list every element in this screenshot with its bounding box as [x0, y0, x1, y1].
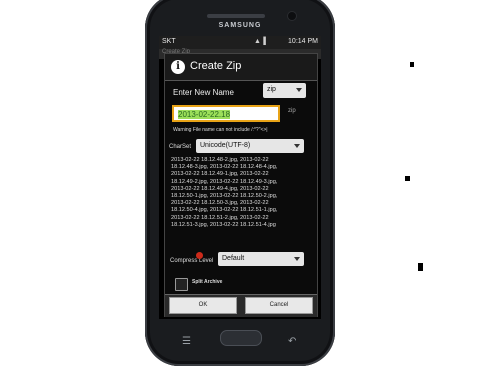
charset-value: Unicode(UTF-8) — [200, 142, 251, 149]
carrier-label: SKT — [162, 38, 176, 45]
earpiece-speaker — [207, 14, 265, 18]
ok-button[interactable]: OK — [169, 297, 237, 314]
dialog-header: i Create Zip — [165, 54, 317, 81]
format-value: zip — [267, 86, 276, 93]
split-archive-checkbox[interactable] — [175, 278, 188, 291]
name-input[interactable]: 2013-02-22.18 — [172, 105, 280, 122]
filename-warning: Warning File name can not include /:*?"<… — [173, 127, 268, 133]
touch-indicator-icon — [196, 252, 203, 259]
status-bar: SKT ▲▐ 10:14 PM — [159, 36, 321, 49]
split-archive-label: Split Archive — [192, 279, 223, 285]
compress-level-label: Compress Level — [170, 258, 214, 264]
list-item: 18.12.50-4.jpg, 2013-02-22 18.12.51-1.jp… — [171, 207, 278, 214]
back-key-icon[interactable]: ↶ — [288, 336, 296, 347]
enter-name-label: Enter New Name — [173, 88, 234, 97]
file-list[interactable]: 2013-02-22 18.12.48-2.jpg, 2013-02-22 18… — [171, 157, 311, 240]
create-zip-dialog: i Create Zip Enter New Name zip 2013-02-… — [164, 53, 318, 317]
list-item: 18.12.51-3.jpg, 2013-02-22 18.12.51-4.jp… — [171, 221, 276, 228]
brand-logo: SAMSUNG — [218, 22, 262, 29]
dialog-title: Create Zip — [190, 60, 242, 72]
compress-level-value: Default — [222, 255, 245, 262]
menu-key-icon[interactable]: ☰ — [182, 336, 191, 347]
chevron-down-icon — [296, 88, 302, 92]
charset-label: CharSet — [169, 144, 192, 150]
dark-mark — [410, 62, 414, 67]
dialog-button-bar: OK Cancel — [165, 294, 317, 317]
chevron-down-icon — [294, 144, 300, 148]
chevron-down-icon — [294, 257, 300, 261]
compress-level-dropdown[interactable]: Default — [218, 252, 304, 266]
name-input-value: 2013-02-22.18 — [178, 110, 231, 119]
charset-dropdown[interactable]: Unicode(UTF-8) — [196, 139, 304, 153]
list-item: 18.12.49-2.jpg, 2013-02-22 18.12.49-3.jp… — [171, 178, 278, 185]
dark-mark — [418, 263, 423, 271]
list-item: 18.12.50-1.jpg, 2013-02-22 18.12.50-2.jp… — [171, 193, 278, 200]
list-item: 2013-02-22 18.12.51-2.jpg, 2013-02-22 — [171, 214, 269, 221]
info-icon: i — [171, 60, 185, 74]
clock: 10:14 PM — [288, 38, 318, 45]
dark-mark — [405, 176, 410, 181]
list-item: 2013-02-22 18.12.48-2.jpg, 2013-02-22 — [171, 157, 269, 163]
extension-hint: zip — [288, 108, 296, 114]
cancel-button[interactable]: Cancel — [245, 297, 313, 314]
home-button[interactable] — [220, 330, 262, 346]
list-item: 18.12.48-3.jpg, 2013-02-22 18.12.48-4.jp… — [171, 164, 278, 171]
signal-icon: ▲▐ — [254, 38, 266, 45]
list-item: 2013-02-22 18.12.50-3.jpg, 2013-02-22 — [171, 200, 269, 207]
front-camera — [288, 12, 296, 20]
format-dropdown[interactable]: zip — [263, 83, 306, 98]
list-item: 2013-02-22 18.12.49-1.jpg, 2013-02-22 — [171, 171, 269, 178]
list-item: 2013-02-22 18.12.49-4.jpg, 2013-02-22 — [171, 185, 269, 192]
phone-screen: SKT ▲▐ 10:14 PM Create Zip i Create Zip … — [159, 36, 321, 319]
